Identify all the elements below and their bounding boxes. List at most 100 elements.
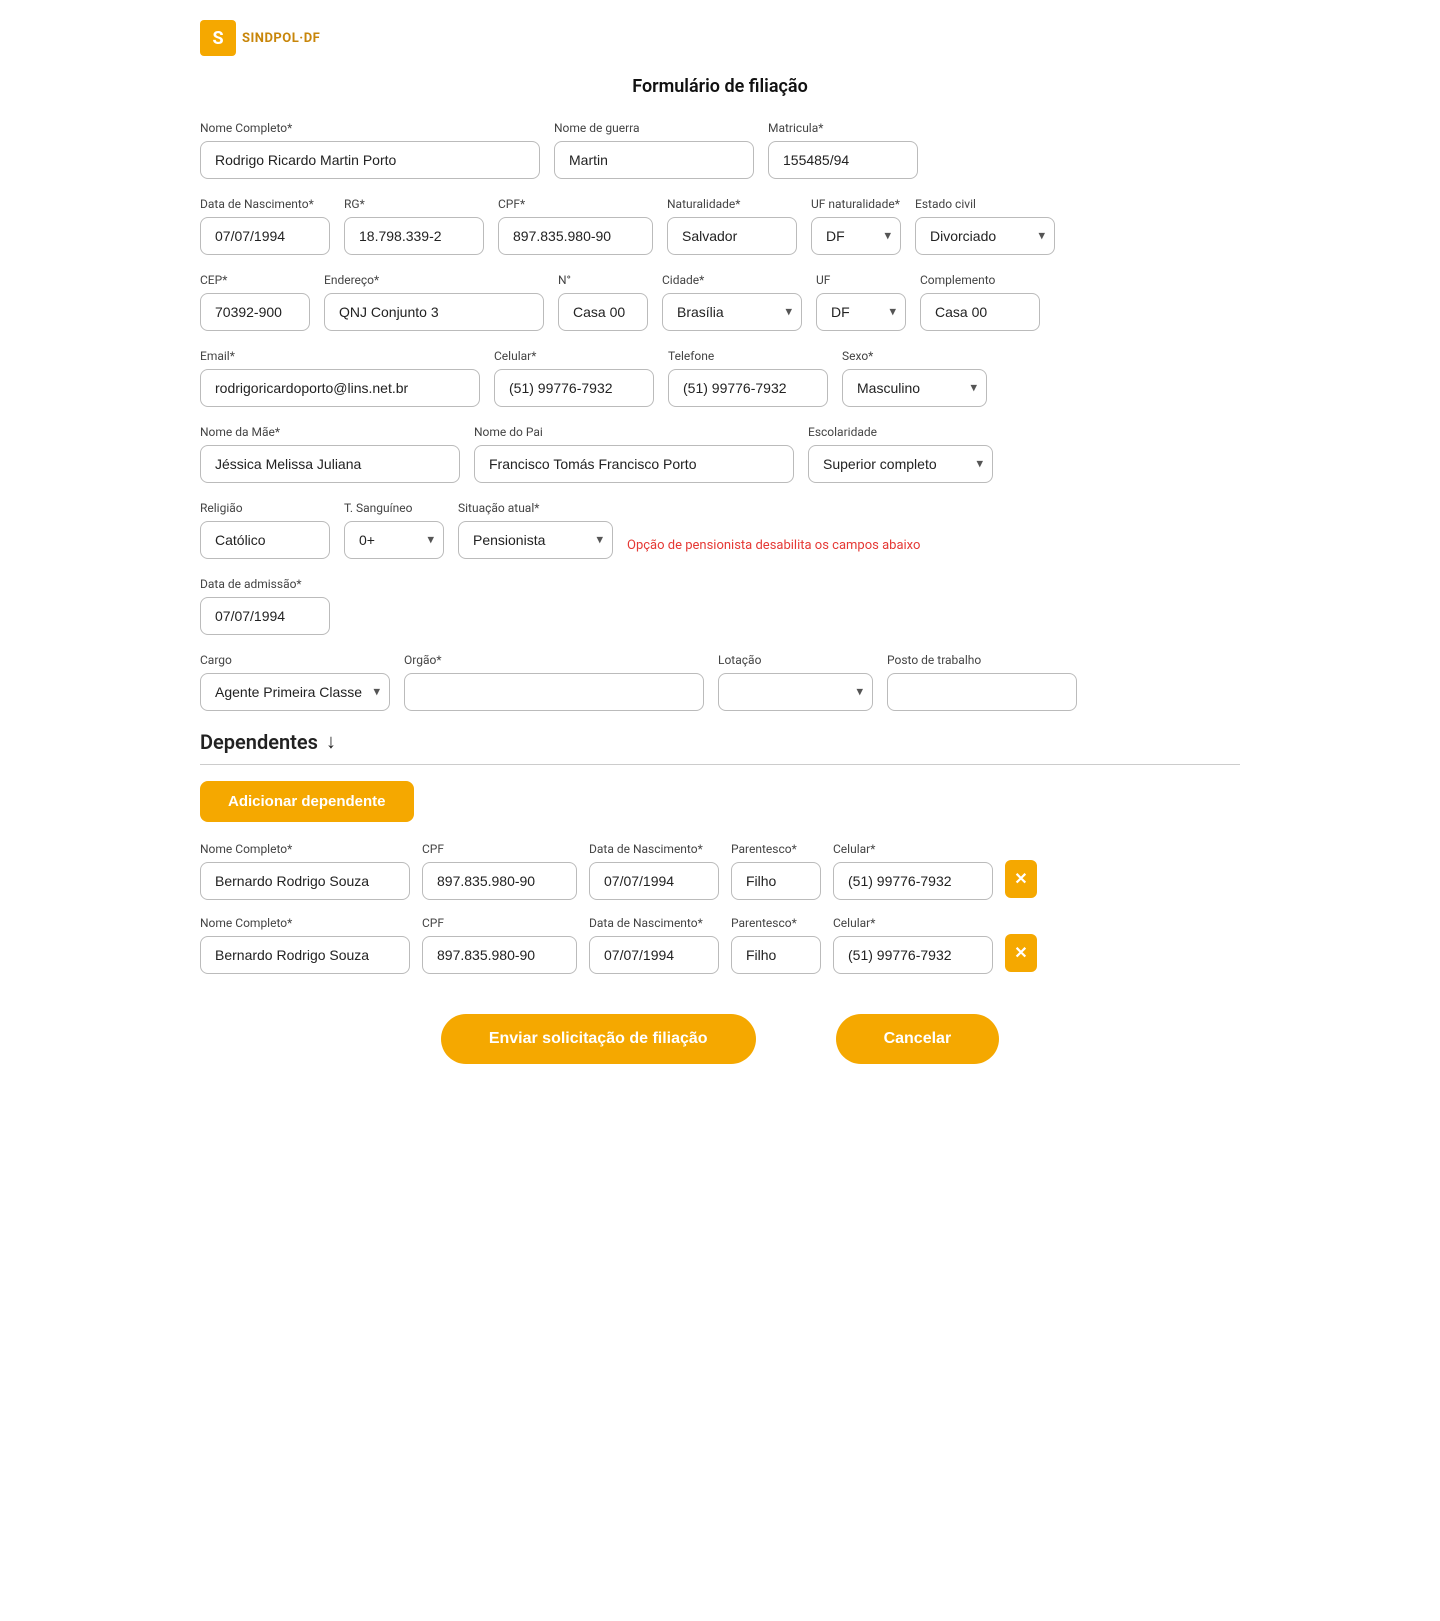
input-nome-mae[interactable] <box>200 445 460 483</box>
select-cargo[interactable]: Agente Primeira Classe <box>200 673 390 711</box>
svg-text:S: S <box>212 28 223 49</box>
select-sexo[interactable]: Masculino <box>842 369 987 407</box>
label-telefone: Telefone <box>668 349 828 363</box>
select-escolaridade[interactable]: Superior completo <box>808 445 993 483</box>
select-wrapper-uf: DF <box>816 293 906 331</box>
field-nome-pai: Nome do Pai <box>474 425 794 483</box>
input-email[interactable] <box>200 369 480 407</box>
input-nome-guerra[interactable] <box>554 141 754 179</box>
input-nome-pai[interactable] <box>474 445 794 483</box>
field-uf: UF DF <box>816 273 906 331</box>
field-telefone: Telefone <box>668 349 828 407</box>
row-4: Email* Celular* Telefone Sexo* Masculino <box>200 349 1240 407</box>
select-t-sanguineo[interactable]: 0+ <box>344 521 444 559</box>
dep1-field-nascimento: Data de Nascimento* <box>589 842 719 900</box>
input-cep[interactable] <box>200 293 310 331</box>
input-cpf[interactable] <box>498 217 653 255</box>
input-nome-completo[interactable] <box>200 141 540 179</box>
label-estado-civil: Estado civil <box>915 197 1055 211</box>
select-wrapper-escolaridade: Superior completo <box>808 445 993 483</box>
add-dependente-button[interactable]: Adicionar dependente <box>200 781 414 822</box>
input-naturalidade[interactable] <box>667 217 797 255</box>
select-situacao[interactable]: Pensionista <box>458 521 613 559</box>
input-data-admissao[interactable] <box>200 597 330 635</box>
dep2-input-nascimento[interactable] <box>589 936 719 974</box>
label-nome-mae: Nome da Mãe* <box>200 425 460 439</box>
label-uf-naturalidade: UF naturalidade* <box>811 197 901 211</box>
dep2-field-nome: Nome Completo* <box>200 916 410 974</box>
field-rg: RG* <box>344 197 484 255</box>
submit-button[interactable]: Enviar solicitação de filiação <box>441 1014 756 1064</box>
dep2-input-parentesco[interactable] <box>731 936 821 974</box>
select-wrapper-situacao: Pensionista <box>458 521 613 559</box>
label-complemento: Complemento <box>920 273 1040 287</box>
dep1-input-nome[interactable] <box>200 862 410 900</box>
input-celular[interactable] <box>494 369 654 407</box>
input-religiao[interactable] <box>200 521 330 559</box>
dep2-input-nome[interactable] <box>200 936 410 974</box>
select-wrapper-uf-nat: DF <box>811 217 901 255</box>
label-cidade: Cidade* <box>662 273 802 287</box>
dep1-input-parentesco[interactable] <box>731 862 821 900</box>
select-wrapper-cargo: Agente Primeira Classe <box>200 673 390 711</box>
field-naturalidade: Naturalidade* <box>667 197 797 255</box>
dep2-input-cpf[interactable] <box>422 936 577 974</box>
dep2-field-cpf: CPF <box>422 916 577 974</box>
input-posto[interactable] <box>887 673 1077 711</box>
row-5: Nome da Mãe* Nome do Pai Escolaridade Su… <box>200 425 1240 483</box>
input-data-nascimento[interactable] <box>200 217 330 255</box>
field-cidade: Cidade* Brasília <box>662 273 802 331</box>
field-complemento: Complemento <box>920 273 1040 331</box>
label-numero: N° <box>558 273 648 287</box>
input-matricula[interactable] <box>768 141 918 179</box>
cancel-button[interactable]: Cancelar <box>836 1014 1000 1064</box>
label-cep: CEP* <box>200 273 310 287</box>
input-orgao[interactable] <box>404 673 704 711</box>
field-email: Email* <box>200 349 480 407</box>
field-uf-naturalidade: UF naturalidade* DF <box>811 197 901 255</box>
input-telefone[interactable] <box>668 369 828 407</box>
row-1: Nome Completo* Nome de guerra Matricula* <box>200 121 1240 179</box>
dep1-field-cpf: CPF <box>422 842 577 900</box>
bottom-actions: Enviar solicitação de filiação Cancelar <box>200 1014 1240 1064</box>
select-estado-civil[interactable]: Divorciado <box>915 217 1055 255</box>
input-endereco[interactable] <box>324 293 544 331</box>
field-situacao: Situação atual* Pensionista <box>458 501 613 559</box>
dep1-input-cpf[interactable] <box>422 862 577 900</box>
label-sexo: Sexo* <box>842 349 987 363</box>
label-cargo: Cargo <box>200 653 390 667</box>
dep2-remove-button[interactable]: ✕ <box>1005 934 1037 972</box>
pensionista-warning: Opção de pensionista desabilita os campo… <box>627 538 920 559</box>
dep1-label-nome: Nome Completo* <box>200 842 410 856</box>
dependente-row-1: Nome Completo* CPF Data de Nascimento* P… <box>200 842 1240 900</box>
dep2-field-celular: Celular* <box>833 916 993 974</box>
dep1-label-cpf: CPF <box>422 842 577 856</box>
row-6: Religião T. Sanguíneo 0+ Situação atual*… <box>200 501 1240 559</box>
select-lotacao[interactable] <box>718 673 873 711</box>
dependente-row-2: Nome Completo* CPF Data de Nascimento* P… <box>200 916 1240 974</box>
dep1-input-celular[interactable] <box>833 862 993 900</box>
input-complemento[interactable] <box>920 293 1040 331</box>
select-uf-naturalidade[interactable]: DF <box>811 217 901 255</box>
select-wrapper-estado: Divorciado <box>915 217 1055 255</box>
input-numero[interactable] <box>558 293 648 331</box>
field-nome-guerra: Nome de guerra <box>554 121 754 179</box>
dep2-label-nascimento: Data de Nascimento* <box>589 916 719 930</box>
field-estado-civil: Estado civil Divorciado <box>915 197 1055 255</box>
input-rg[interactable] <box>344 217 484 255</box>
dep1-remove-button[interactable]: ✕ <box>1005 860 1037 898</box>
select-uf[interactable]: DF <box>816 293 906 331</box>
select-cidade[interactable]: Brasília <box>662 293 802 331</box>
dep1-field-parentesco: Parentesco* <box>731 842 821 900</box>
form-title: Formulário de filiação <box>200 76 1240 97</box>
dep1-input-nascimento[interactable] <box>589 862 719 900</box>
dep1-label-celular: Celular* <box>833 842 993 856</box>
label-matricula: Matricula* <box>768 121 918 135</box>
dep2-input-celular[interactable] <box>833 936 993 974</box>
row-7: Data de admissão* <box>200 577 1240 635</box>
dependentes-header: Dependentes ↓ <box>200 729 1240 754</box>
dependentes-title: Dependentes <box>200 730 318 754</box>
dependentes-arrow-icon: ↓ <box>326 729 336 754</box>
dep2-label-celular: Celular* <box>833 916 993 930</box>
field-nome-mae: Nome da Mãe* <box>200 425 460 483</box>
